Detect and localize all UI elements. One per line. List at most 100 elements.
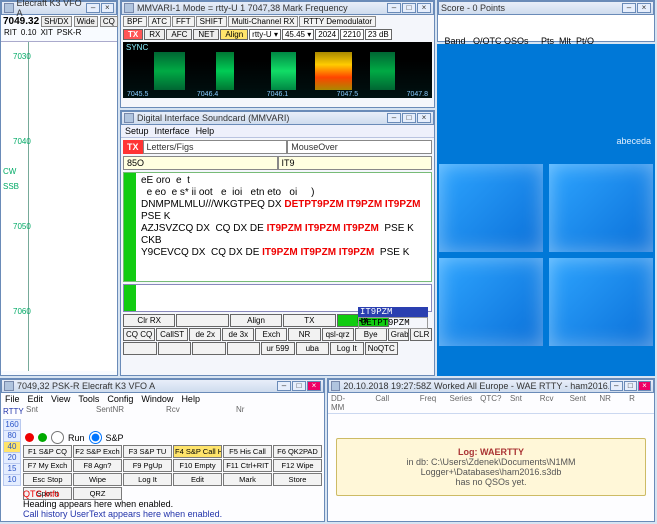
clr-rx-button[interactable]: Clr RX <box>123 314 175 327</box>
rec-dot-icon[interactable] <box>25 433 34 442</box>
shdx-button[interactable]: SH/DX <box>41 16 71 27</box>
fkey-button[interactable]: Wipe <box>73 473 122 486</box>
menu-setup[interactable]: Setup <box>125 126 149 136</box>
wide-button[interactable]: Wide <box>74 16 98 27</box>
maximize-button[interactable]: □ <box>292 381 306 391</box>
fkey-button[interactable]: F12 Wipe <box>273 459 322 472</box>
macro-button[interactable]: Exch <box>255 328 287 341</box>
minimize-button[interactable]: – <box>610 381 623 391</box>
fkey-button[interactable]: F11 Ctrl+RIT <box>223 459 272 472</box>
macro-button[interactable]: uba <box>296 342 330 355</box>
fkey-button[interactable]: F2 S&P Exch <box>73 445 122 458</box>
fkey-button[interactable]: Mark <box>223 473 272 486</box>
mode-select[interactable]: rtty-U ▾ <box>249 29 281 40</box>
atc-button[interactable]: ATC <box>148 16 171 27</box>
call-input-1[interactable] <box>123 156 278 170</box>
afc-button[interactable]: AFC <box>166 29 192 40</box>
menu-file[interactable]: File <box>5 394 20 404</box>
multirx-button[interactable]: Multi-Channel RX <box>228 16 299 27</box>
call-input-2[interactable] <box>278 156 433 170</box>
fkey-button[interactable]: F4 S&P Call Him <box>173 445 222 458</box>
menu-view[interactable]: View <box>51 394 70 404</box>
macro-button[interactable]: de 3x <box>222 328 254 341</box>
close-button[interactable]: × <box>307 381 321 391</box>
tx-indicator[interactable]: TX <box>123 140 143 154</box>
close-button[interactable]: × <box>417 3 431 13</box>
play-dot-icon[interactable] <box>38 433 47 442</box>
rx-button[interactable]: RX <box>144 29 165 40</box>
fkey-button[interactable]: Log It <box>123 473 172 486</box>
minimize-button[interactable]: – <box>387 113 401 123</box>
macro-button[interactable] <box>158 342 192 355</box>
tx-button[interactable]: TX <box>283 314 335 327</box>
fkey-button[interactable]: F6 QK2PAD <box>273 445 322 458</box>
menu-interface[interactable]: Interface <box>155 126 190 136</box>
fkey-button[interactable]: Esc Stop <box>23 473 72 486</box>
macro-button[interactable]: CallST <box>156 328 188 341</box>
mini-call-2[interactable]: DETPT9PZM <box>358 317 428 329</box>
baud-select[interactable]: 45.45 ▾ <box>282 29 314 40</box>
mini-call-1[interactable]: IT9PZM <box>358 307 428 317</box>
cq-button[interactable]: CQ <box>100 16 118 27</box>
menu-tools[interactable]: Tools <box>78 394 99 404</box>
macro-button[interactable]: Bye <box>355 328 387 341</box>
qtc-line2: Call history UserText appears here when … <box>23 509 222 519</box>
fkey-button[interactable]: F3 S&P TU <box>123 445 172 458</box>
macro-button[interactable]: ur 599 <box>261 342 295 355</box>
tuning-dial[interactable]: 7030 7040 CW SSB 7050 7060 <box>1 41 117 371</box>
demod-button[interactable]: RTTY Demodulator <box>299 16 376 27</box>
fkey-button[interactable]: Store <box>273 473 322 486</box>
minimize-button[interactable]: – <box>277 381 291 391</box>
fkey-button[interactable]: F5 His Call <box>223 445 272 458</box>
bpf-button[interactable]: BPF <box>123 16 147 27</box>
app-icon <box>4 3 14 13</box>
close-button[interactable]: × <box>638 381 651 391</box>
menu-help[interactable]: Help <box>181 394 200 404</box>
shift-button[interactable]: SHIFT <box>196 16 227 27</box>
fkey-button[interactable]: F9 PgUp <box>123 459 172 472</box>
menu-help[interactable]: Help <box>196 126 215 136</box>
maximize-button[interactable]: □ <box>624 381 637 391</box>
align-button[interactable]: Align <box>230 314 282 327</box>
run-radio[interactable] <box>51 431 64 444</box>
fkey-button[interactable]: F1 S&P CQ <box>23 445 72 458</box>
maximize-button[interactable]: □ <box>402 3 416 13</box>
fkey-button[interactable]: Edit <box>173 473 222 486</box>
maximize-button[interactable]: □ <box>402 113 416 123</box>
minimize-button[interactable]: – <box>387 3 401 13</box>
close-button[interactable]: × <box>101 3 114 13</box>
net-button[interactable]: NET <box>193 29 219 40</box>
minimize-button[interactable]: – <box>622 3 636 13</box>
macro-button[interactable]: CQ CQ <box>123 328 155 341</box>
minimize-button[interactable]: – <box>86 3 99 13</box>
macro-button[interactable] <box>227 342 261 355</box>
macro-button[interactable]: NoQTC <box>365 342 399 355</box>
fft-button[interactable]: FFT <box>172 16 195 27</box>
waterfall[interactable]: SYNC 7045.5 7046.4 7046.1 7047.5 7047.8 <box>123 42 432 98</box>
menu-config[interactable]: Config <box>107 394 133 404</box>
macro-button[interactable]: qsl-qrz <box>322 328 354 341</box>
align-button[interactable]: Align <box>220 29 248 40</box>
dial-tick: 7040 <box>13 137 31 146</box>
f2-field[interactable]: 2210 <box>340 29 364 40</box>
macro-button[interactable]: NR <box>288 328 320 341</box>
menu-edit[interactable]: Edit <box>28 394 44 404</box>
macro-button[interactable]: de 2x <box>189 328 221 341</box>
decode-pane[interactable]: eE oro e t e eo e s* ii oot e ioi etn et… <box>123 172 432 282</box>
macro-button[interactable] <box>192 342 226 355</box>
fkey-button[interactable]: F10 Empty <box>173 459 222 472</box>
fkey-button[interactable]: F8 Agn? <box>73 459 122 472</box>
clr-button[interactable]: CLR <box>410 328 432 341</box>
grab-button[interactable]: Grab <box>388 328 410 341</box>
close-button[interactable]: × <box>417 113 431 123</box>
macro-button[interactable] <box>123 342 157 355</box>
sp-radio[interactable] <box>89 431 102 444</box>
close-button[interactable]: × <box>637 3 651 13</box>
f1-field[interactable]: 2024 <box>315 29 339 40</box>
tx-button[interactable]: TX <box>123 29 143 40</box>
band-button[interactable]: 10 <box>3 474 21 486</box>
rit-value: 0.10 <box>21 28 37 37</box>
macro-button[interactable]: Log It <box>330 342 364 355</box>
menu-window[interactable]: Window <box>141 394 173 404</box>
fkey-button[interactable]: F7 My Exch <box>23 459 72 472</box>
